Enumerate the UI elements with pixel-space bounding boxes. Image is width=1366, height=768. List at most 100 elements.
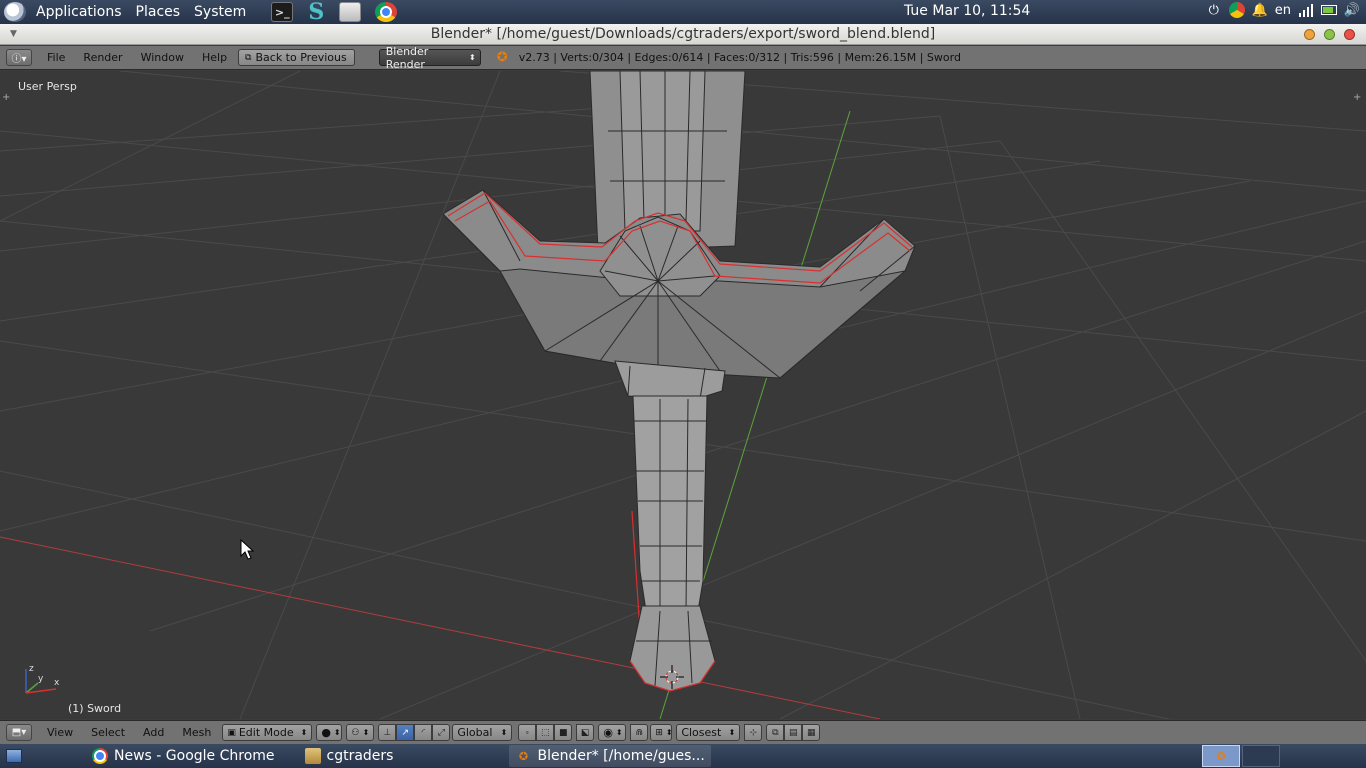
chrome-icon xyxy=(92,748,108,764)
notification-bell-icon[interactable]: 🔔 xyxy=(1252,2,1268,18)
volume-icon[interactable]: 🔊 xyxy=(1344,2,1360,18)
window-menu-icon[interactable]: ▼ xyxy=(10,24,17,45)
task-chrome-news[interactable]: News - Google Chrome xyxy=(86,745,281,767)
face-select-icon[interactable]: ■ xyxy=(554,724,573,741)
keyboard-layout-indicator[interactable]: en xyxy=(1275,3,1291,18)
window-titlebar[interactable]: ▼ Blender* [/home/guest/Downloads/cgtrad… xyxy=(0,24,1366,45)
select-mode-toggles: ⬞ ⬚ ■ xyxy=(518,724,573,741)
workspace-1-switcher[interactable]: ✪ xyxy=(1202,745,1240,767)
select-arrows-icon: ⬍ xyxy=(615,728,623,737)
snap-target-select[interactable]: Closest ⬍ xyxy=(676,724,741,741)
file-manager-icon[interactable] xyxy=(339,2,362,22)
menu-help[interactable]: Help xyxy=(193,51,236,64)
menu-system[interactable]: System xyxy=(187,4,253,20)
workspace-2-switcher[interactable] xyxy=(1242,745,1280,767)
translate-manipulator-icon[interactable]: ↗ xyxy=(396,724,415,741)
3d-viewport[interactable]: z y x User Persp (1) Sword + + xyxy=(0,71,1366,719)
snap-project-icon[interactable]: ⧉ xyxy=(766,724,785,741)
vertex-select-icon[interactable]: ⬞ xyxy=(518,724,537,741)
select-arrows-icon: ⬍ xyxy=(500,728,508,737)
opengl-render-image-icon[interactable]: ▤ xyxy=(784,724,803,741)
menu-select[interactable]: Select xyxy=(82,726,134,739)
top-panel: Applications Places System >_ S Tue Mar … xyxy=(0,0,1366,25)
scale-manipulator-icon[interactable]: ⤢ xyxy=(432,724,451,741)
terminal-icon[interactable]: >_ xyxy=(271,2,294,22)
axis-x-label: x xyxy=(54,678,60,688)
select-arrows-icon: ⬍ xyxy=(728,728,736,737)
mouse-pointer-icon xyxy=(240,538,255,560)
proportional-editing-icon: ◉ xyxy=(603,726,613,739)
menu-mesh[interactable]: Mesh xyxy=(173,726,220,739)
window-title: Blender* [/home/guest/Downloads/cgtrader… xyxy=(430,26,936,42)
interaction-mode-value: Edit Mode xyxy=(238,726,294,739)
s-app-icon[interactable]: S xyxy=(305,0,327,25)
menu-view[interactable]: View xyxy=(38,726,82,739)
properties-expand-icon[interactable]: + xyxy=(1353,93,1363,103)
clock[interactable]: Tue Mar 10, 11:54 xyxy=(904,3,1030,19)
viewport-shading-select[interactable]: ● ⬍ xyxy=(316,724,343,741)
edge-select-icon[interactable]: ⬚ xyxy=(536,724,555,741)
network-signal-icon[interactable] xyxy=(1298,2,1314,18)
edit-mode-icon: ▣ xyxy=(227,727,236,738)
render-engine-value: Blender Render xyxy=(385,44,429,71)
sword-crossguard xyxy=(442,189,916,379)
distribution-logo-icon[interactable] xyxy=(4,2,26,22)
minimize-icon[interactable] xyxy=(1304,29,1315,40)
menu-applications[interactable]: Applications xyxy=(29,4,129,20)
rotate-manipulator-icon[interactable]: ◜ xyxy=(414,724,433,741)
back-screen-icon: ⧉ xyxy=(245,52,252,63)
axis-z-label: z xyxy=(29,664,34,674)
menu-add[interactable]: Add xyxy=(134,726,173,739)
select-arrows-icon: ⬍ xyxy=(362,728,370,737)
system-tray: ⏻ 🔔 en 🔊 xyxy=(1206,2,1360,18)
battery-icon[interactable] xyxy=(1321,2,1337,18)
select-arrows-icon: ⬍ xyxy=(665,728,673,737)
manipulator-toggle-icon[interactable]: ⊥ xyxy=(378,724,397,741)
blender-logo-icon: ✪ xyxy=(496,49,508,65)
interaction-mode-select[interactable]: ▣ Edit Mode ⬍ xyxy=(222,724,313,741)
select-arrows-icon: ⬍ xyxy=(300,728,308,737)
sword-pommel xyxy=(629,605,716,692)
active-object-label: (1) Sword xyxy=(68,702,122,715)
solid-shading-icon: ● xyxy=(321,726,331,739)
transform-orientation-value: Global xyxy=(457,726,493,739)
menu-file[interactable]: File xyxy=(38,51,74,64)
bottom-taskbar: News - Google Chrome cgtraders ✪ Blender… xyxy=(0,744,1366,768)
3d-view-header: ⬒▾ View Select Add Mesh ▣ Edit Mode ⬍ ● … xyxy=(0,720,1366,744)
snap-options-icon[interactable]: ⊹ xyxy=(744,724,763,741)
close-icon[interactable] xyxy=(1344,29,1355,40)
opengl-render-animation-icon[interactable]: ▦ xyxy=(802,724,821,741)
pivot-point-select[interactable]: ⚇ ⬍ xyxy=(346,724,375,741)
viewport-scene[interactable]: z y x xyxy=(0,71,1366,719)
transform-orientation-select[interactable]: Global ⬍ xyxy=(452,724,513,741)
toolshelf-expand-icon[interactable]: + xyxy=(2,93,12,103)
occlude-geometry-icon[interactable]: ⬕ xyxy=(576,724,595,741)
show-desktop-icon[interactable] xyxy=(6,749,22,763)
snap-increment-icon: ⊞ xyxy=(655,727,663,738)
view-perspective-label: User Persp xyxy=(18,80,77,93)
chrome-tray-icon[interactable] xyxy=(1228,2,1245,18)
proportional-editing-select[interactable]: ◉ ⬍ xyxy=(598,724,627,741)
select-arrows-icon: ⬍ xyxy=(469,53,476,62)
menu-render[interactable]: Render xyxy=(74,51,131,64)
task-blender[interactable]: ✪ Blender* [/home/gues... xyxy=(509,745,711,767)
snap-element-select[interactable]: ⊞ ⬍ xyxy=(650,724,673,741)
occlude-toggle-group: ⬕ xyxy=(576,724,595,741)
render-engine-select[interactable]: Blender Render ⬍ xyxy=(378,45,481,71)
task-label: cgtraders xyxy=(326,748,394,764)
editor-type-3d-view-icon[interactable]: ⬒▾ xyxy=(6,724,32,741)
axis-gizmo-icon: z y x xyxy=(25,664,60,694)
task-cgtraders-folder[interactable]: cgtraders xyxy=(299,745,400,767)
manipulator-toggles: ⊥ ↗ ◜ ⤢ xyxy=(378,724,451,741)
snap-magnet-icon[interactable]: ⋒ xyxy=(630,724,649,741)
editor-type-info-icon[interactable]: ⓘ▾ xyxy=(6,49,32,66)
maximize-icon[interactable] xyxy=(1324,29,1335,40)
chrome-icon[interactable] xyxy=(375,2,398,22)
menu-places[interactable]: Places xyxy=(129,4,188,20)
blender-icon: ✪ xyxy=(1216,749,1226,763)
task-label: Blender* [/home/gues... xyxy=(537,748,705,764)
power-icon[interactable]: ⏻ xyxy=(1206,2,1222,18)
back-to-previous-button[interactable]: ⧉ Back to Previous xyxy=(238,49,355,66)
menu-window[interactable]: Window xyxy=(132,51,193,64)
blender-icon: ✪ xyxy=(518,749,529,763)
